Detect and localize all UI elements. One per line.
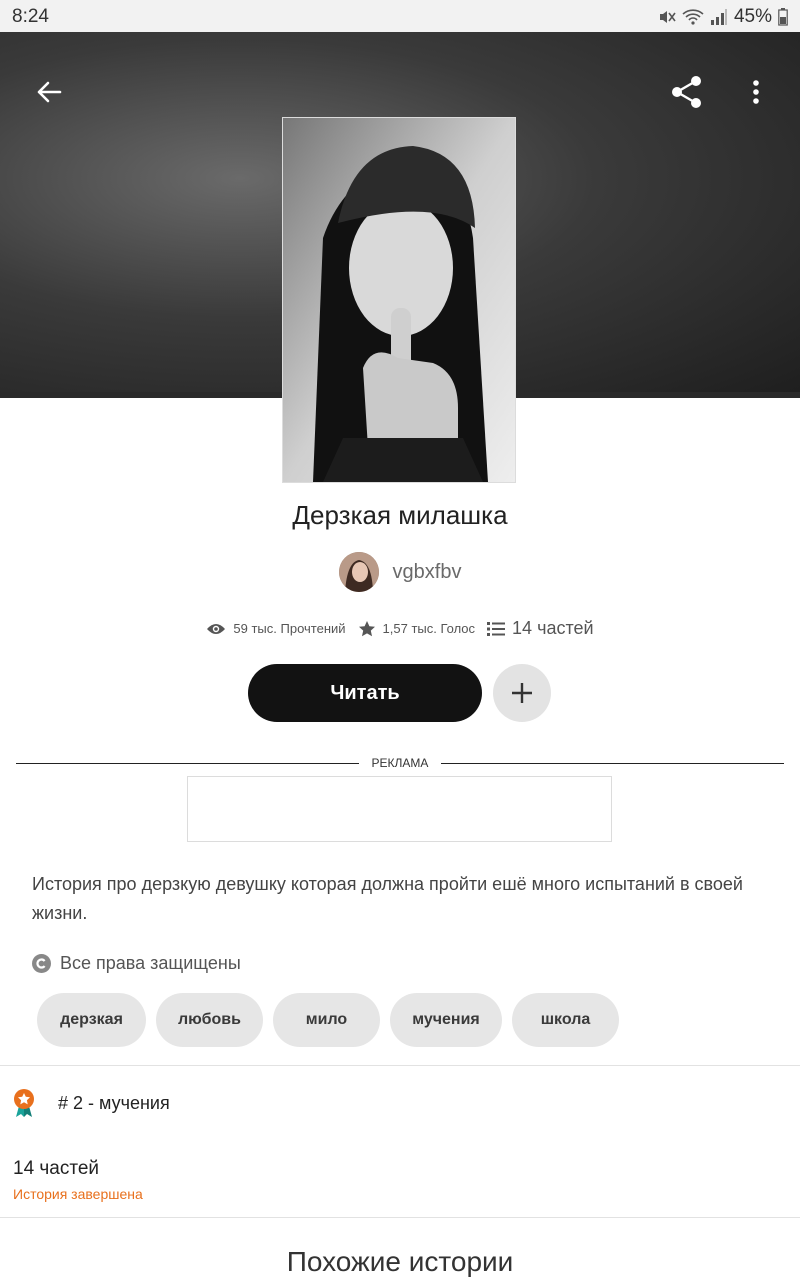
story-description: История про дерзкую девушку которая долж… [32,874,743,923]
read-button[interactable]: Читать [248,664,482,722]
tag-chip[interactable]: школа [512,993,619,1047]
ad-header: РЕКЛАМА [16,755,784,775]
avatar[interactable] [338,552,379,592]
back-button[interactable] [31,74,67,110]
avatar-image [338,552,379,592]
similar-stories-heading: Похожие истории [286,1246,514,1277]
section-divider [0,1217,800,1218]
reads-stat: 59 тыс. Прочтений [206,621,346,636]
mute-icon [659,11,676,23]
status-time: 8:24 [12,6,49,27]
parts-stat: 14 частей [487,618,594,639]
star-icon [358,620,375,636]
tag-chip[interactable]: мило [273,993,380,1047]
section-divider [0,1065,800,1066]
rank-badge-icon [14,1089,34,1117]
reads-count: 59 тыс. Прочтений [233,621,346,636]
arrow-left-icon [37,81,62,103]
battery-icon [778,8,788,26]
share-button[interactable] [669,74,705,110]
votes-stat: 1,57 тыс. Голос [358,620,476,638]
plus-icon [512,683,532,703]
story-title: Дерзкая милашка [292,500,508,530]
tag-chip[interactable]: мучения [390,993,502,1047]
votes-count: 1,57 тыс. Голос [382,621,476,636]
author-name[interactable]: vgbxfbv [393,561,462,584]
tag-list: дерзкая любовь мило мучения школа [37,993,619,1047]
ad-label: РЕКЛАМА [359,756,441,770]
rank-text: # 2 - мучения [58,1092,170,1113]
more-vertical-icon [753,80,759,104]
status-bar: 8:24 45% [0,0,800,32]
copyright-icon [32,954,51,973]
share-icon [672,76,701,108]
story-cover [282,117,516,483]
tag-chip[interactable]: дерзкая [37,993,146,1047]
story-stats: 59 тыс. Прочтений 1,57 тыс. Голос 14 час… [0,618,800,639]
copyright-row: Все права защищены [32,953,241,974]
copyright-text: Все права защищены [60,953,241,973]
eye-icon [207,623,226,634]
add-to-library-button[interactable] [493,664,551,722]
cover-image [283,118,515,482]
author-row[interactable]: vgbxfbv [0,552,800,592]
more-button[interactable] [738,74,774,110]
battery-percent: 45% [733,6,772,27]
ad-slot[interactable] [187,776,612,842]
signal-icon [710,9,727,25]
parts-summary: 14 частей [13,1158,100,1179]
completion-status: История завершена [13,1186,143,1202]
list-icon [487,621,506,636]
status-icons: 45% [658,6,788,28]
parts-count: 14 частей [512,618,594,638]
rank-row[interactable]: # 2 - мучения [12,1088,170,1118]
wifi-icon [682,9,704,25]
tag-chip[interactable]: любовь [156,993,263,1047]
